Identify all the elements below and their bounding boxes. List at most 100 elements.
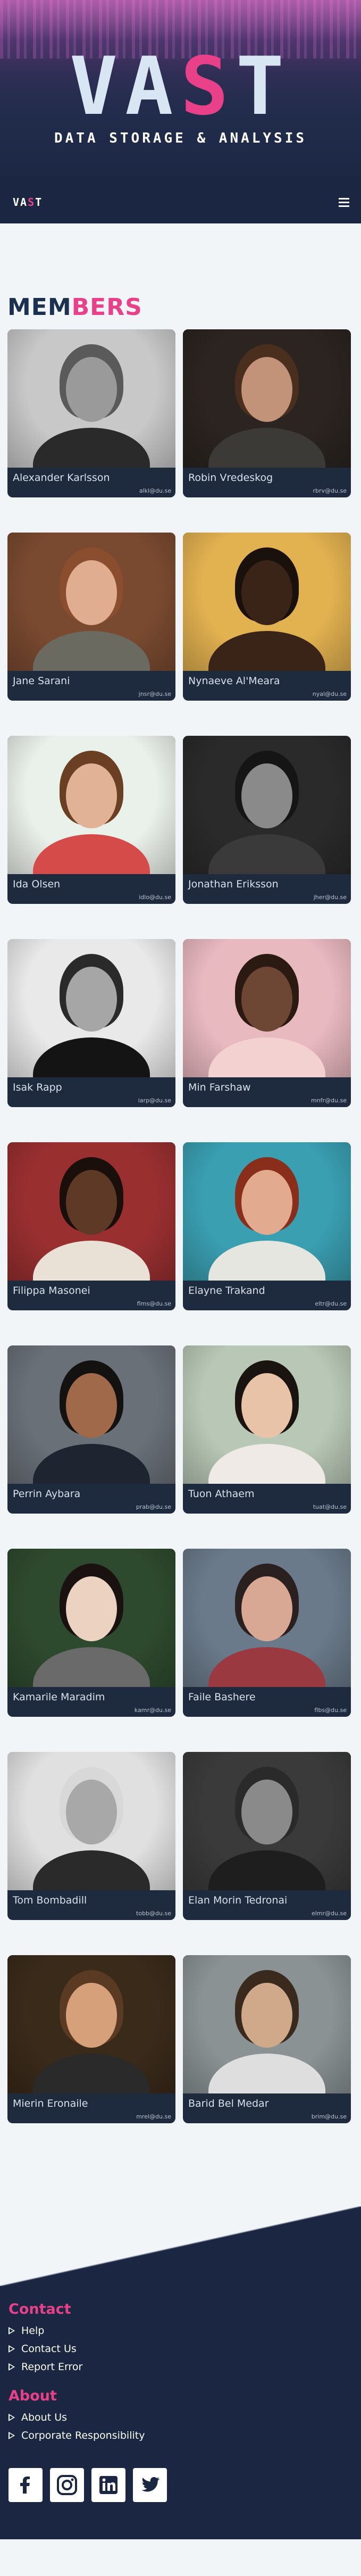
nav-brand-accent: S [28,196,36,209]
member-email[interactable]: kamr@du.se [135,1707,171,1714]
member-card[interactable]: Mierin Eronaile mrel@du.se [7,1955,175,2123]
member-card[interactable]: Elayne Trakand eltr@du.se [183,1142,351,1310]
portrait-face [66,560,117,625]
portrait-shoulders [33,631,150,671]
member-email[interactable]: jher@du.se [314,894,347,901]
portrait-shoulders [208,1241,325,1281]
member-email[interactable]: tobb@du.se [136,1910,171,1917]
footer-link-report-error[interactable]: Report Error [9,2361,352,2373]
portrait-shoulders [33,428,150,468]
member-name: Tuon Athaem [188,1488,255,1500]
hamburger-line [339,201,349,203]
portrait-face [66,1780,117,1844]
member-info: Nynaeve Al'Meara nyal@du.se [183,671,351,701]
member-card[interactable]: Jane Sarani jnsr@du.se [7,533,175,701]
member-email[interactable]: tuat@du.se [313,1503,347,1510]
member-photo [183,1955,351,2093]
member-email[interactable]: jnsr@du.se [139,691,171,697]
portrait-shoulders [33,1647,150,1687]
member-photo [7,1955,175,2093]
nav-brand-logo[interactable]: VAST [13,196,43,209]
member-info: Barid Bel Medar brim@du.se [183,2093,351,2123]
portrait-shoulders [33,1444,150,1484]
member-card[interactable]: Perrin Aybara prab@du.se [7,1345,175,1514]
facebook-icon[interactable] [9,2468,43,2502]
footer-about-links: About Us Corporate Responsibility [9,2412,352,2441]
footer-link-label: Contact Us [21,2343,77,2355]
member-photo [183,939,351,1077]
instagram-icon[interactable] [50,2468,84,2502]
member-email[interactable]: idlo@du.se [139,894,171,901]
member-email[interactable]: rbrv@du.se [313,487,347,494]
footer-contact-links: Help Contact Us Report Error [9,2325,352,2373]
footer-link-label: About Us [21,2412,68,2423]
hero-logo: VAST [0,47,361,127]
member-card[interactable]: Robin Vredeskog rbrv@du.se [183,329,351,497]
member-email[interactable]: prab@du.se [136,1503,171,1510]
member-name: Tom Bombadill [13,1894,87,1906]
footer-link-corporate-responsibility[interactable]: Corporate Responsibility [9,2430,352,2441]
member-photo [7,1752,175,1890]
member-name: Elayne Trakand [188,1285,265,1297]
member-photo [7,533,175,671]
portrait-face [66,967,117,1032]
member-name: Ida Olsen [13,878,61,890]
site-footer: Contact Help Contact Us Report Error Abo… [0,2286,361,2539]
portrait-shoulders [33,1850,150,1890]
member-email[interactable]: elmr@du.se [312,1910,347,1917]
portrait-shoulders [33,1037,150,1077]
member-card[interactable]: Jonathan Eriksson jher@du.se [183,736,351,904]
nav-brand-right: T [35,196,43,209]
portrait-shoulders [33,834,150,874]
portrait-shoulders [208,631,325,671]
member-card[interactable]: Faile Bashere flbs@du.se [183,1549,351,1717]
footer-link-help[interactable]: Help [9,2325,352,2337]
member-info: Kamarile Maradim kamr@du.se [7,1687,175,1717]
member-info: Robin Vredeskog rbrv@du.se [183,468,351,497]
member-card[interactable]: Filippa Masonei flms@du.se [7,1142,175,1310]
footer-link-label: Report Error [21,2361,83,2373]
member-email[interactable]: alkl@du.se [139,487,171,494]
member-card[interactable]: Kamarile Maradim kamr@du.se [7,1549,175,1717]
twitter-icon[interactable] [133,2468,167,2502]
member-email[interactable]: mnfr@du.se [311,1097,347,1104]
member-photo [7,939,175,1077]
member-card[interactable]: Elan Morin Tedronai elmr@du.se [183,1752,351,1920]
members-heading-part1: MEM [7,294,72,321]
portrait-shoulders [208,428,325,468]
hero-logo-accent: S [180,40,236,133]
member-photo [183,533,351,671]
member-info: Min Farshaw mnfr@du.se [183,1077,351,1107]
portrait-shoulders [33,2054,150,2093]
linkedin-icon[interactable] [91,2468,125,2502]
member-card[interactable]: Ida Olsen idlo@du.se [7,736,175,904]
member-email[interactable]: iarp@du.se [138,1097,171,1104]
member-card[interactable]: Tom Bombadill tobb@du.se [7,1752,175,1920]
member-card[interactable]: Isak Rapp iarp@du.se [7,939,175,1107]
member-info: Jane Sarani jnsr@du.se [7,671,175,701]
portrait-shoulders [208,1850,325,1890]
portrait-face [66,763,117,828]
member-info: Filippa Masonei flms@du.se [7,1281,175,1310]
member-email[interactable]: flms@du.se [137,1300,171,1307]
member-name: Mierin Eronaile [13,2098,88,2109]
member-email[interactable]: mrel@du.se [136,2113,171,2120]
portrait-face [241,1373,292,1438]
hero-logo-left: VA [69,40,181,133]
hamburger-icon[interactable] [339,197,349,207]
member-card[interactable]: Tuon Athaem tuat@du.se [183,1345,351,1514]
triangle-right-icon [9,2414,15,2421]
portrait-face [241,763,292,828]
member-email[interactable]: flbs@du.se [314,1707,347,1714]
member-info: Isak Rapp iarp@du.se [7,1077,175,1107]
member-card[interactable]: Alexander Karlsson alkl@du.se [7,329,175,497]
member-email[interactable]: nyal@du.se [313,691,347,697]
member-card[interactable]: Min Farshaw mnfr@du.se [183,939,351,1107]
footer-link-about-us[interactable]: About Us [9,2412,352,2423]
portrait-face [241,1576,292,1641]
member-card[interactable]: Nynaeve Al'Meara nyal@du.se [183,533,351,701]
member-email[interactable]: eltr@du.se [315,1300,347,1307]
footer-link-contact-us[interactable]: Contact Us [9,2343,352,2355]
member-card[interactable]: Barid Bel Medar brim@du.se [183,1955,351,2123]
member-email[interactable]: brim@du.se [312,2113,347,2120]
